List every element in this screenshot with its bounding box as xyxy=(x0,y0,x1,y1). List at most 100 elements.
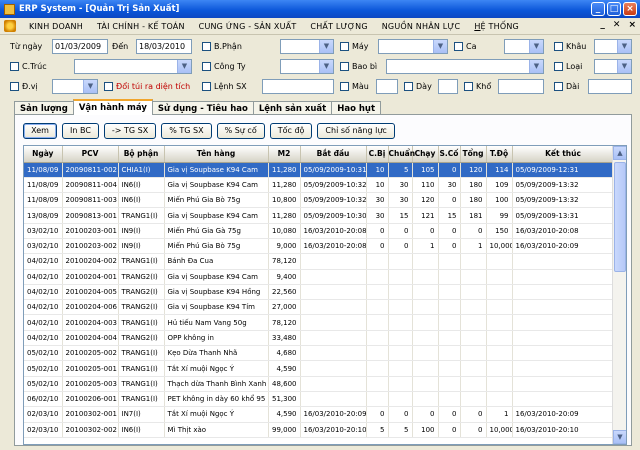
ctruc-checkbox[interactable]: C.Trúc xyxy=(10,62,47,71)
menu-nguon-nhan-luc[interactable]: NGUỒN NHÂN LỰC xyxy=(375,22,468,31)
kho-checkbox-box[interactable] xyxy=(464,82,473,91)
toc-do-button[interactable]: Tốc độ xyxy=(269,123,313,139)
table-row[interactable]: 05/02/10 20100205-002 TRANG1(I) Kẹo Dừa Tha… xyxy=(24,345,615,362)
chevron-down-icon[interactable]: ▼ xyxy=(319,60,333,73)
day-checkbox[interactable]: Dày xyxy=(404,82,432,91)
bao-bi-checkbox-box[interactable] xyxy=(340,62,349,71)
table-row[interactable]: 06/02/10 20100206-001 TRANG1(I) PET không i… xyxy=(24,391,615,408)
tab-lenh-san-xuat[interactable]: Lệnh sản xuất xyxy=(252,101,333,115)
may-select[interactable]: ▼ xyxy=(378,39,448,54)
dai-input[interactable] xyxy=(588,79,632,94)
mdi-minimize-button[interactable]: _ xyxy=(600,20,605,30)
tu-ngay-input[interactable]: 01/03/2009 xyxy=(52,39,108,54)
xem-button[interactable]: Xem xyxy=(23,123,57,139)
table-row[interactable]: 05/02/10 20100205-003 TRANG1(I) Thạch dừa T… xyxy=(24,376,615,392)
column-header-tdo[interactable]: T.Độ xyxy=(486,146,513,163)
menu-he-thong[interactable]: HỆ THỐNG xyxy=(467,22,526,31)
table-row[interactable]: 03/02/10 20100203-002 IN9(I) Miến Phú Gia B… xyxy=(24,238,615,255)
day-checkbox-box[interactable] xyxy=(404,82,413,91)
chevron-down-icon[interactable]: ▼ xyxy=(529,60,543,73)
ctruc-select[interactable]: ▼ xyxy=(74,59,192,74)
chevron-down-icon[interactable]: ▼ xyxy=(83,80,97,93)
may-checkbox-box[interactable] xyxy=(340,42,349,51)
loai-checkbox-box[interactable] xyxy=(554,62,563,71)
bphan-select[interactable]: ▼ xyxy=(280,39,334,54)
loai-checkbox[interactable]: Loại xyxy=(554,62,582,71)
column-header-ten-hang[interactable]: Tên hàng xyxy=(164,146,269,163)
tab-su-dung-tieu-hao[interactable]: Sử dụng - Tiêu hao xyxy=(151,101,254,115)
table-row[interactable]: 02/03/10 20100302-001 IN7(I) Tắt Xí muội Ng… xyxy=(24,406,615,423)
column-header-bat-dau[interactable]: Bắt đầu xyxy=(300,146,367,163)
table-row[interactable]: 04/02/10 20100204-001 TRANG2(I) Gia vị Soup… xyxy=(24,269,615,285)
chevron-down-icon[interactable]: ▼ xyxy=(617,60,631,73)
column-header-tong[interactable]: Tổng xyxy=(460,146,487,163)
khau-select[interactable]: ▼ xyxy=(594,39,632,54)
may-checkbox[interactable]: Máy xyxy=(340,42,369,51)
table-row[interactable]: 04/02/10 20100204-004 TRANG2(I) OPP không i… xyxy=(24,330,615,347)
ca-checkbox-box[interactable] xyxy=(454,42,463,51)
den-input[interactable]: 18/03/2010 xyxy=(136,39,192,54)
column-header-cbi[interactable]: C.Bị xyxy=(366,146,389,163)
maximize-button[interactable]: □ xyxy=(607,2,621,16)
menu-chat-luong[interactable]: CHẤT LƯỢNG xyxy=(303,22,374,31)
ca-checkbox[interactable]: Ca xyxy=(454,42,477,51)
bao-bi-select[interactable]: ▼ xyxy=(386,59,544,74)
lenh-sx-input[interactable] xyxy=(262,79,334,94)
dvi-select[interactable]: ▼ xyxy=(52,79,98,94)
chevron-down-icon[interactable]: ▼ xyxy=(433,40,447,53)
scroll-down-icon[interactable]: ▼ xyxy=(613,430,626,444)
data-grid[interactable]: Ngày PCV Bộ phận Tên hàng M2 Bắt đầu C.Bị Chuẩn… xyxy=(23,145,627,445)
lenh-sx-checkbox[interactable]: Lệnh SX xyxy=(202,82,247,91)
column-header-m2[interactable]: M2 xyxy=(268,146,301,163)
column-header-sco[interactable]: S.Cố xyxy=(438,146,461,163)
doi-tui-checkbox[interactable]: Đổi túi ra diện tích xyxy=(104,82,190,91)
mau-checkbox-box[interactable] xyxy=(340,82,349,91)
menu-kinh-doanh[interactable]: KINH DOANH xyxy=(22,22,90,31)
khau-checkbox-box[interactable] xyxy=(554,42,563,51)
table-row[interactable]: 02/03/10 20100302-002 IN6(I) Mì Thịt xào 99,… xyxy=(24,422,615,438)
in-bc-button[interactable]: In BC xyxy=(62,123,99,139)
table-row[interactable]: 13/08/09 20090813-001 TRANG1(I) Gia vị Soup… xyxy=(24,207,615,224)
column-header-bo-phan[interactable]: Bộ phận xyxy=(118,146,165,163)
dai-checkbox-box[interactable] xyxy=(554,82,563,91)
bao-bi-checkbox[interactable]: Bao bì xyxy=(340,62,377,71)
chi-so-nang-luc-button[interactable]: Chỉ số năng lực xyxy=(317,123,395,139)
cong-ty-checkbox-box[interactable] xyxy=(202,62,211,71)
title-bar[interactable]: ERP System - [Quản Trị Sản Xuất] _ □ × xyxy=(0,0,640,18)
mdi-restore-button[interactable]: ✕ xyxy=(613,20,621,30)
ctruc-checkbox-box[interactable] xyxy=(10,62,19,71)
cong-ty-checkbox[interactable]: Công Ty xyxy=(202,62,246,71)
dvi-checkbox[interactable]: Đ.vị xyxy=(10,82,38,91)
pct-su-co-button[interactable]: % Sự cố xyxy=(216,123,265,139)
ca-select[interactable]: ▼ xyxy=(504,39,544,54)
day-input[interactable] xyxy=(438,79,458,94)
kho-checkbox[interactable]: Khổ xyxy=(464,82,491,91)
table-row[interactable]: 03/02/10 20100203-001 IN9(I) Miến Phú Gia G… xyxy=(24,223,615,239)
vertical-scrollbar[interactable]: ▲ ▼ xyxy=(612,146,626,444)
column-header-pcv[interactable]: PCV xyxy=(62,146,119,163)
bphan-checkbox[interactable]: B.Phận xyxy=(202,42,242,51)
app-menu-icon[interactable] xyxy=(4,20,16,32)
mau-input[interactable] xyxy=(376,79,398,94)
close-button[interactable]: × xyxy=(623,2,637,16)
column-header-chay[interactable]: Chạy xyxy=(412,146,439,163)
table-row[interactable]: 11/08/09 20090811-003 IN6(I) Miến Phú Gia B… xyxy=(24,192,615,209)
table-row[interactable]: 11/08/09 20090811-004 IN6(I) Gia vị Soupbas… xyxy=(24,177,615,194)
scroll-up-icon[interactable]: ▲ xyxy=(613,146,626,160)
cong-ty-select[interactable]: ▼ xyxy=(280,59,334,74)
column-header-chuan[interactable]: Chuẩn xyxy=(388,146,415,163)
table-row[interactable]: 04/02/10 20100204-003 TRANG1(I) Hủ tiếu Nam… xyxy=(24,314,615,331)
doi-tui-checkbox-box[interactable] xyxy=(104,82,113,91)
table-row[interactable]: 05/02/10 20100205-001 TRANG1(I) Tắt Xí muội… xyxy=(24,360,615,377)
minimize-button[interactable]: _ xyxy=(591,2,605,16)
dai-checkbox[interactable]: Dài xyxy=(554,82,579,91)
table-row[interactable]: 04/02/10 20100204-005 TRANG2(I) Gia vị Soup… xyxy=(24,284,615,301)
dvi-checkbox-box[interactable] xyxy=(10,82,19,91)
lenh-sx-checkbox-box[interactable] xyxy=(202,82,211,91)
tab-van-hanh-may[interactable]: Vận hành máy xyxy=(72,99,153,115)
kho-input[interactable] xyxy=(498,79,544,94)
mau-checkbox[interactable]: Màu xyxy=(340,82,369,91)
loai-select[interactable]: ▼ xyxy=(594,59,632,74)
mdi-close-button[interactable]: × xyxy=(628,20,636,30)
table-row[interactable]: 11/08/09 20090811-002 CHIA1(I) Gia vị Soupb… xyxy=(24,162,615,178)
